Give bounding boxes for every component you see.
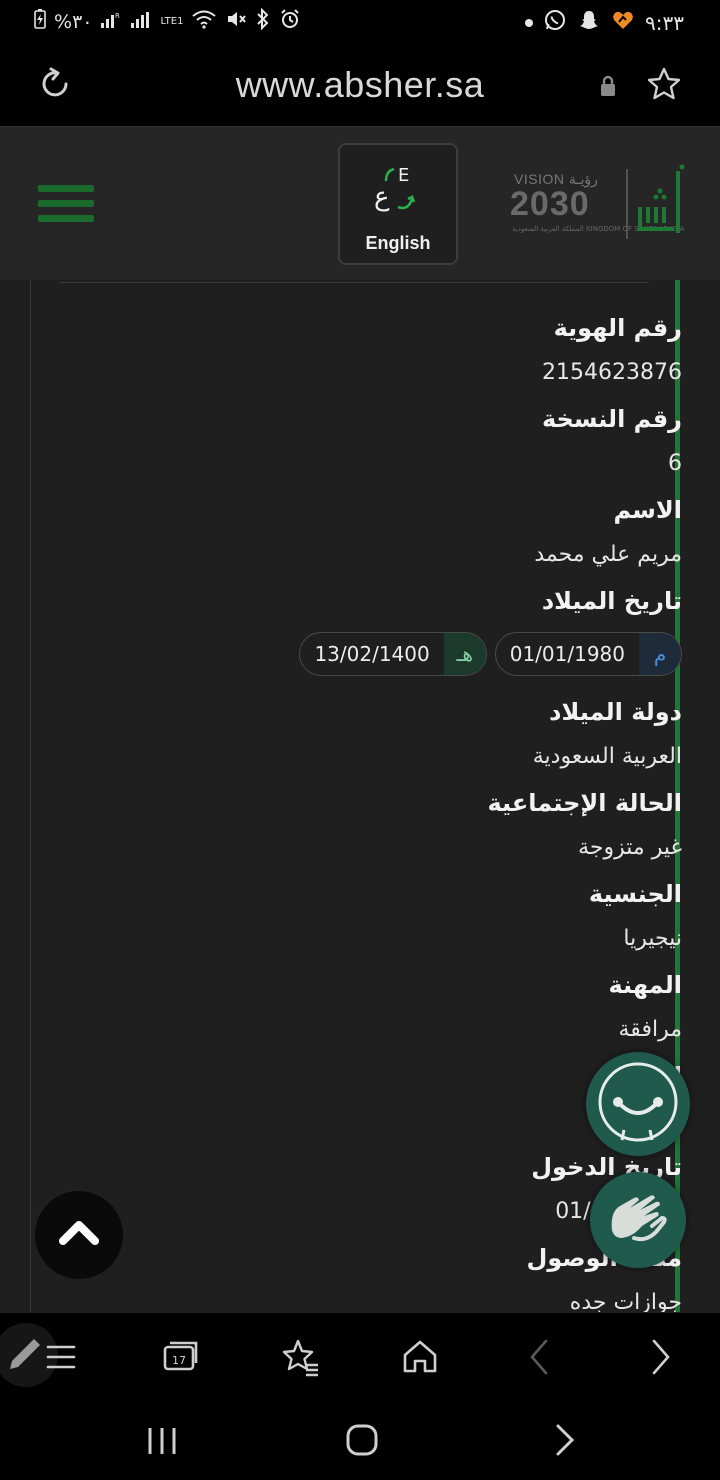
svg-text:17: 17 — [172, 1354, 186, 1367]
marital-status-label: الحالة الإجتماعية — [487, 789, 682, 817]
alarm-icon — [279, 8, 301, 35]
version-number-value: 6 — [668, 451, 682, 476]
tabs-menu-button[interactable] — [40, 1335, 84, 1379]
system-navigation-bar — [0, 1398, 720, 1480]
home-icon — [403, 1340, 437, 1373]
content-area: رقم الهوية 2154623876 رقم النسخة 6 الاسم… — [0, 280, 720, 1312]
gregorian-tag: م — [639, 633, 681, 675]
browser-address-bar: www.absher.sa — [0, 44, 720, 126]
absher-logo[interactable] — [634, 163, 690, 247]
chevron-right-icon — [652, 1339, 670, 1375]
status-right: ٩:٣٣ — [525, 8, 684, 37]
language-button-label: English — [365, 233, 431, 253]
birth-date-label: تاريخ الميلاد — [541, 587, 682, 615]
status-bar: %٣٠ R LTE1 ٩:٣٣ — [0, 0, 720, 44]
recent-apps-icon — [148, 1428, 176, 1454]
home-circle-icon — [346, 1424, 378, 1456]
card-top-divider — [59, 282, 649, 283]
personal-info-fields: رقم الهوية 2154623876 رقم النسخة 6 الاسم… — [102, 310, 682, 1312]
svg-text:E: E — [398, 165, 409, 186]
battery-charging-icon — [34, 9, 46, 34]
signal-icon: R — [100, 11, 122, 33]
hijri-tag: هـ — [443, 633, 486, 675]
battery-percent: %٣٠ — [54, 10, 93, 33]
lock-icon[interactable] — [598, 74, 618, 98]
birth-date-gregorian-pill: م 01/01/1980 — [494, 632, 682, 676]
nationality-label: الجنسية — [588, 880, 682, 908]
bookmark-star-icon[interactable] — [646, 66, 682, 102]
site-header: E ع English VISION رؤيـة 2030 المملكة ال… — [0, 126, 720, 280]
lte-indicator: LTE1 — [160, 15, 184, 27]
birth-date-hijri-value: 13/02/1400 — [314, 642, 430, 666]
home-nav-button[interactable] — [340, 1418, 384, 1462]
wifi-icon — [191, 9, 217, 34]
nationality-value: نيجيريا — [623, 926, 682, 951]
logo-divider — [626, 169, 628, 239]
back-button[interactable] — [518, 1335, 562, 1379]
browser-toolbar: 17 — [0, 1312, 720, 1398]
birth-date-hijri-pill: هـ 13/02/1400 — [299, 632, 487, 676]
svg-text:ع: ع — [374, 182, 390, 212]
vision-2030-logo: VISION رؤيـة 2030 المملكة العربية السعود… — [510, 169, 685, 241]
language-toggle-button[interactable]: E ع English — [338, 143, 458, 265]
hamburger-menu-icon[interactable] — [38, 185, 94, 225]
birth-date-row: م 01/01/1980 هـ 13/02/1400 — [102, 628, 682, 694]
birth-date-gregorian-value: 01/01/1980 — [509, 642, 625, 666]
birth-country-label: دولة الميلاد — [549, 698, 682, 726]
id-number-value: 2154623876 — [542, 360, 682, 385]
notification-dot-icon — [525, 18, 534, 27]
vision-logo-year: 2030 — [510, 185, 590, 223]
chevron-left-icon — [530, 1339, 548, 1375]
svg-text:R: R — [115, 12, 120, 20]
chevron-right-nav-icon — [556, 1424, 575, 1456]
chat-support-button[interactable] — [586, 1052, 690, 1156]
home-button[interactable] — [398, 1335, 442, 1379]
vision-logo-kingdom: المملكة العربية السعودية KINGDOM OF SAUD… — [512, 225, 685, 233]
scroll-to-top-button[interactable] — [35, 1191, 123, 1279]
chevron-up-icon — [59, 1221, 99, 1245]
name-label: الاسم — [613, 496, 682, 524]
clock: ٩:٣٣ — [645, 10, 684, 35]
sign-language-icon — [611, 1195, 667, 1242]
tabs-icon: 17 — [163, 1341, 198, 1371]
sign-language-button[interactable] — [590, 1172, 686, 1268]
marital-status-value: غير متزوجة — [578, 835, 682, 860]
bookmarks-star-icon — [282, 1339, 318, 1377]
id-number-label: رقم الهوية — [553, 314, 682, 342]
version-number-label: رقم النسخة — [541, 405, 682, 433]
whatsapp-icon — [543, 8, 567, 37]
snapchat-icon — [577, 8, 601, 37]
arrival-port-value: جوازات جده — [569, 1290, 682, 1312]
chat-support-icon — [598, 1062, 678, 1142]
status-left: %٣٠ R LTE1 — [34, 7, 301, 35]
recent-apps-button[interactable] — [140, 1418, 184, 1462]
forward-button[interactable] — [638, 1335, 682, 1379]
mute-icon — [225, 9, 247, 34]
birth-country-value: العربية السعودية — [532, 744, 682, 769]
tabs-button[interactable]: 17 — [158, 1335, 202, 1379]
bookmarks-button[interactable] — [278, 1335, 322, 1379]
bluetooth-icon — [255, 7, 271, 35]
name-value: مريم علي محمد — [534, 542, 682, 567]
occupation-label: المهنة — [608, 971, 682, 999]
menu-list-icon — [46, 1345, 76, 1369]
app-notification-icon — [611, 8, 635, 37]
signal-icon-2 — [130, 11, 152, 33]
language-switch-icon: E ع — [368, 159, 432, 215]
back-nav-button[interactable] — [542, 1418, 586, 1462]
